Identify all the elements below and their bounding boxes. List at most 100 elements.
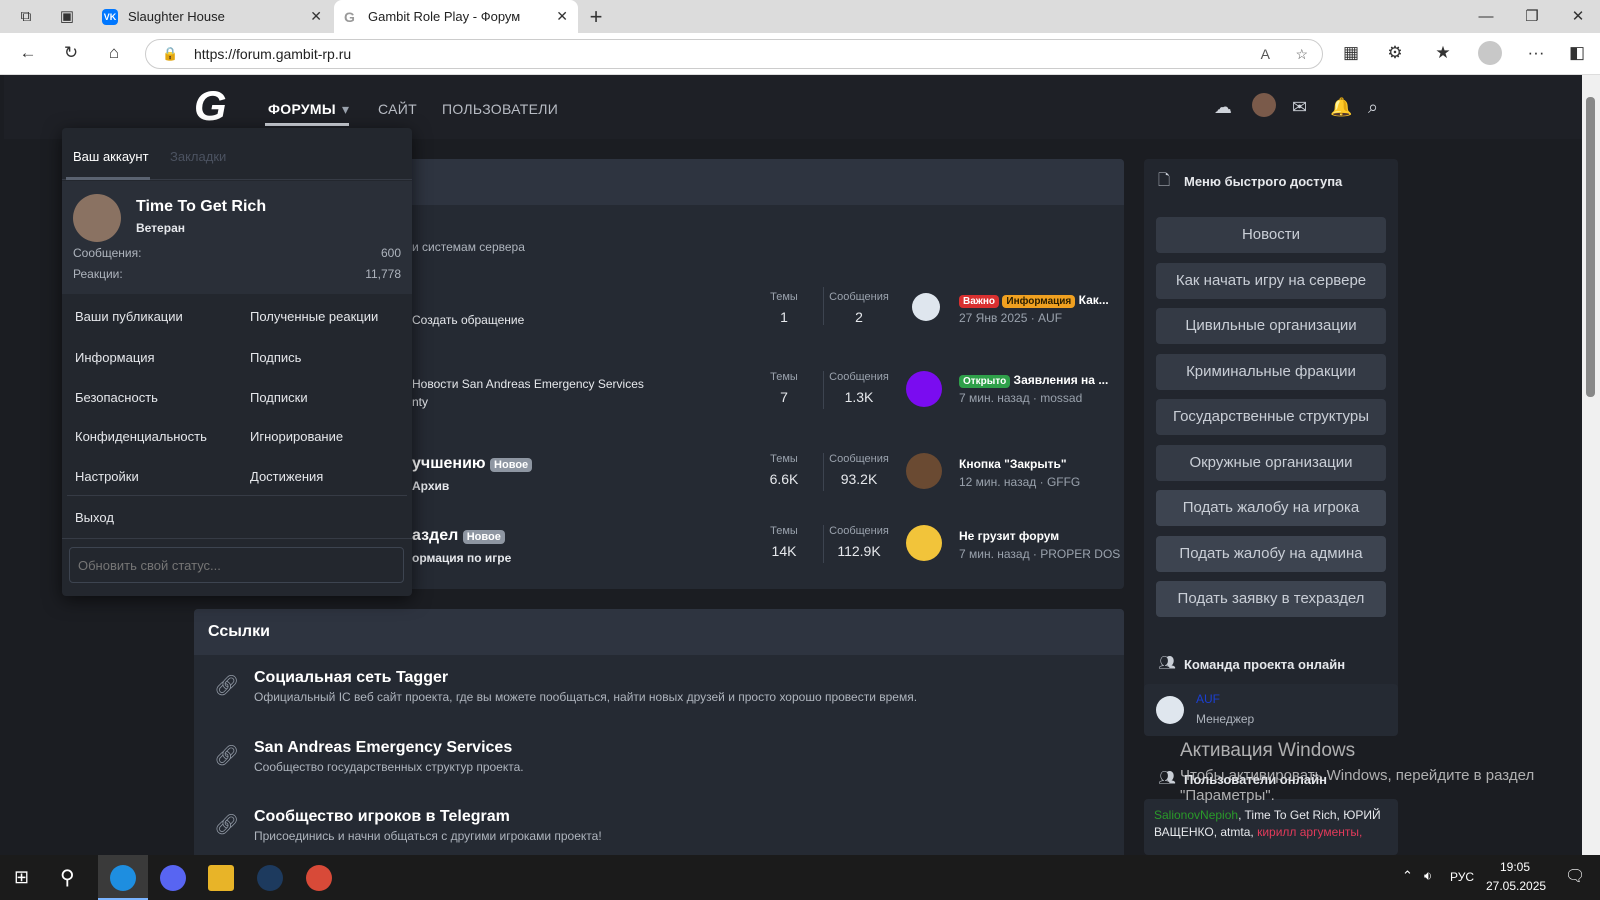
last-post-title[interactable]: Важно Информация Как... — [959, 293, 1109, 308]
last-post-title[interactable]: Открыто Заявления на ... — [959, 373, 1108, 388]
vertical-tabs-icon[interactable]: ▣ — [57, 7, 77, 27]
menu-your-posts[interactable]: Ваши публикации — [75, 309, 183, 324]
qa-button-gov[interactable]: Государственные структуры — [1156, 399, 1386, 435]
staff-member[interactable]: AUF Менеджер — [1144, 684, 1398, 736]
mail-icon[interactable]: ✉ — [1292, 97, 1307, 118]
menu-information[interactable]: Информация — [75, 350, 155, 365]
qr-icon[interactable]: ▦ — [1340, 43, 1362, 63]
link-title[interactable]: Социальная сеть Tagger — [254, 669, 917, 687]
volume-icon[interactable]: 🔉︎ — [1424, 868, 1432, 884]
online-user[interactable]: SalionovNepioh — [1154, 808, 1238, 822]
nav-users[interactable]: ПОЛЬЗОВАТЕЛИ — [442, 101, 558, 117]
user-avatar[interactable] — [1252, 93, 1276, 117]
discord-icon[interactable] — [160, 865, 186, 891]
sidebar-icon[interactable]: ◧ — [1566, 43, 1588, 63]
qa-button-civil-orgs[interactable]: Цивильные организации — [1156, 308, 1386, 344]
tab-account[interactable]: Ваш аккаунт — [73, 149, 149, 164]
steam-icon[interactable] — [257, 865, 283, 891]
staff-avatar[interactable] — [1156, 696, 1184, 724]
nav-site[interactable]: САЙТ — [378, 101, 417, 117]
scroll-thumb[interactable] — [1586, 97, 1595, 397]
online-users[interactable]: ВАЩЕНКО, atmta, — [1154, 825, 1257, 839]
last-poster-avatar[interactable] — [906, 371, 942, 407]
menu-logout[interactable]: Выход — [75, 510, 114, 525]
favorite-star-icon[interactable]: ☆ — [1295, 40, 1308, 68]
link-item[interactable]: 🔗︎ Социальная сеть Tagger Официальный IC… — [214, 669, 917, 704]
status-input[interactable] — [69, 547, 404, 583]
qa-button-how-to-start[interactable]: Как начать игру на сервере — [1156, 263, 1386, 299]
last-poster-avatar[interactable] — [906, 525, 942, 561]
page-scrollbar[interactable] — [1582, 75, 1600, 855]
qa-button-news[interactable]: Новости — [1156, 217, 1386, 253]
close-tab-icon[interactable]: ✕ — [310, 8, 322, 25]
menu-settings[interactable]: Настройки — [75, 469, 139, 484]
link-title[interactable]: San Andreas Emergency Services — [254, 739, 524, 757]
search-icon[interactable]: ⌕ — [1368, 97, 1378, 118]
chrome-icon[interactable] — [306, 865, 332, 891]
link-item[interactable]: 🔗︎ San Andreas Emergency Services Сообще… — [214, 739, 524, 774]
restore-icon[interactable]: ❐ — [1522, 7, 1542, 27]
online-user[interactable]: кирилл аргументы, — [1257, 825, 1362, 839]
clock-date[interactable]: 27.05.2025 — [1486, 879, 1546, 893]
link-item[interactable]: 🔗︎ Сообщество игроков в Telegram Присоед… — [214, 808, 602, 843]
link-title[interactable]: Сообщество игроков в Telegram — [254, 808, 602, 826]
tray-chevron-icon[interactable]: ⌃ — [1402, 868, 1413, 884]
more-icon[interactable]: ··· — [1525, 43, 1547, 63]
close-window-icon[interactable]: ✕ — [1568, 7, 1588, 27]
home-icon[interactable]: ⌂ — [103, 43, 125, 63]
new-tab-icon[interactable]: + — [586, 6, 606, 28]
gambit-logo[interactable]: G — [194, 83, 240, 129]
qa-button-criminal[interactable]: Криминальные фракции — [1156, 354, 1386, 390]
cloud-icon[interactable]: ☁ — [1214, 97, 1232, 118]
clock-time[interactable]: 19:05 — [1500, 860, 1530, 874]
reactions-count[interactable]: 11,778 — [365, 267, 401, 281]
minimize-icon[interactable]: — — [1476, 7, 1496, 27]
forum-title-text[interactable]: учшению — [412, 455, 486, 472]
forum-title[interactable]: учшению Новое — [412, 455, 533, 473]
menu-privacy[interactable]: Конфиденциальность — [75, 429, 207, 444]
edge-icon[interactable] — [110, 865, 136, 891]
search-icon[interactable]: ⚲ — [60, 865, 75, 890]
windows-start-icon[interactable]: ⊞ — [14, 867, 29, 888]
forum-subforum[interactable]: Новости San Andreas Emergency Services — [412, 377, 644, 391]
qa-button-county[interactable]: Окружные организации — [1156, 445, 1386, 481]
menu-security[interactable]: Безопасность — [75, 390, 158, 405]
online-users[interactable]: , Time To Get Rich, ЮРИЙ — [1238, 808, 1381, 822]
account-username[interactable]: Time To Get Rich — [136, 198, 266, 216]
extensions-icon[interactable]: ⚙ — [1384, 43, 1406, 63]
notifications-icon[interactable]: 🗨︎ — [1565, 866, 1585, 886]
menu-received-reactions[interactable]: Полученные реакции — [250, 309, 378, 324]
qa-button-report-player[interactable]: Подать жалобу на игрока — [1156, 490, 1386, 526]
qa-button-report-admin[interactable]: Подать жалобу на админа — [1156, 536, 1386, 572]
forum-subforum[interactable]: nty — [412, 395, 428, 409]
tab-slaughter-house[interactable]: VK Slaughter House ✕ — [92, 0, 332, 33]
address-bar[interactable]: 🔒 https://forum.gambit-rp.ru A ☆ — [145, 39, 1323, 69]
last-poster-avatar[interactable] — [906, 453, 942, 489]
forum-subforum[interactable]: Создать обращение — [412, 313, 524, 327]
staff-name[interactable]: AUF — [1196, 692, 1220, 706]
file-explorer-icon[interactable] — [208, 865, 234, 891]
last-post-title-text[interactable]: Как... — [1079, 293, 1109, 307]
profile-avatar[interactable] — [1478, 41, 1502, 65]
nav-forums[interactable]: ФОРУМЫ — [268, 101, 336, 117]
account-avatar[interactable] — [73, 194, 121, 242]
favorites-icon[interactable]: ★ — [1432, 43, 1454, 63]
last-post-title[interactable]: Не грузит форум — [959, 529, 1059, 543]
lock-icon[interactable]: 🔒 — [162, 40, 178, 68]
last-poster-avatar[interactable] — [912, 293, 940, 321]
menu-subscriptions[interactable]: Подписки — [250, 390, 308, 405]
back-icon[interactable]: ← — [17, 43, 39, 63]
tab-gambit-forum[interactable]: G Gambit Role Play - Форум ✕ — [334, 0, 578, 33]
menu-signature[interactable]: Подпись — [250, 350, 301, 365]
bell-icon[interactable]: 🔔 — [1330, 97, 1352, 118]
menu-ignoring[interactable]: Игнорирование — [250, 429, 343, 444]
close-tab-icon[interactable]: ✕ — [556, 8, 568, 25]
last-post-title-text[interactable]: Заявления на ... — [1014, 373, 1109, 387]
refresh-icon[interactable]: ↻ — [60, 43, 82, 63]
forum-title[interactable]: аздел Новое — [412, 527, 505, 545]
forum-subforum[interactable]: Архив — [412, 479, 449, 493]
tab-bookmarks[interactable]: Закладки — [170, 149, 226, 164]
messages-count[interactable]: 600 — [381, 246, 401, 260]
menu-achievements[interactable]: Достижения — [250, 469, 323, 484]
forum-title-text[interactable]: аздел — [412, 527, 458, 544]
